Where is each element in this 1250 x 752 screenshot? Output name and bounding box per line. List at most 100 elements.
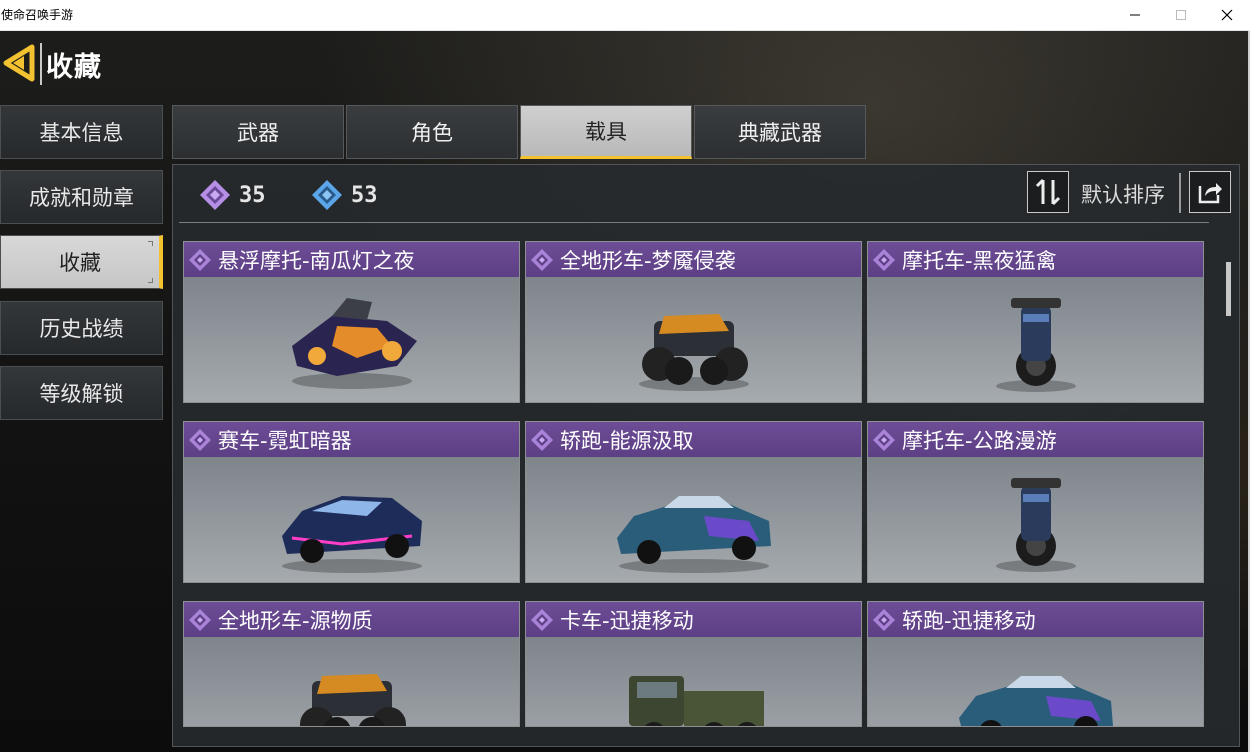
vehicle-image (526, 277, 861, 402)
card-title-bar: 摩托车-黑夜猛禽 (868, 242, 1203, 277)
motorcycle-icon (995, 297, 1076, 392)
card-title-bar: 全地形车-源物质 (184, 602, 519, 637)
atv-icon (299, 673, 406, 726)
vehicle-image (526, 457, 861, 582)
maximize-icon (1176, 10, 1186, 20)
rarity-diamond-icon (873, 248, 895, 271)
card-title-bar: 卡车-迅捷移动 (526, 602, 861, 637)
collection-panel: 35 53 默认排序 悬浮摩托-南瓜灯之夜 全地形车-梦魇侵袭 摩托车-黑夜猛禽… (172, 164, 1240, 747)
vehicle-card[interactable]: 轿跑-迅捷移动 (867, 601, 1204, 727)
purple-rarity-count: 35 (199, 179, 266, 211)
card-title: 摩托车-黑夜猛禽 (902, 248, 1057, 273)
sort-label[interactable]: 默认排序 (1081, 179, 1165, 209)
nav-item-basic-info[interactable]: 基本信息 (0, 105, 163, 159)
vehicle-card[interactable]: 卡车-迅捷移动 (525, 601, 862, 727)
vehicle-card[interactable]: 轿跑-能源汲取 (525, 421, 862, 583)
window-titlebar: 使命召唤手游 (0, 0, 1250, 31)
vehicle-image (526, 637, 861, 726)
minimize-button[interactable] (1112, 0, 1158, 31)
hover-bike-icon (291, 297, 417, 389)
card-title-bar: 悬浮摩托-南瓜灯之夜 (184, 242, 519, 277)
vehicle-card[interactable]: 全地形车-梦魇侵袭 (525, 241, 862, 403)
nav-item-level-unlock[interactable]: 等级解锁 (0, 366, 163, 420)
nav-item-label: 等级解锁 (39, 382, 124, 406)
vehicle-image (868, 277, 1203, 402)
nav-item-achievements[interactable]: 成就和勋章 (0, 170, 163, 224)
tab-characters[interactable]: 角色 (346, 105, 518, 159)
vehicle-card[interactable]: 赛车-霓虹暗器 (183, 421, 520, 583)
nav-item-history[interactable]: 历史战绩 (0, 301, 163, 355)
game-viewport: 收藏 基本信息 成就和勋章 收藏 历史战绩 等级解锁 武器 角色 载具 典藏武器 (0, 31, 1248, 752)
tab-vehicles[interactable]: 载具 (520, 105, 692, 159)
nav-item-label: 成就和勋章 (29, 186, 134, 210)
vehicle-image (184, 637, 519, 726)
tab-label: 典藏武器 (738, 121, 822, 145)
vehicle-card[interactable]: 摩托车-黑夜猛禽 (867, 241, 1204, 403)
rarity-diamond-icon (873, 608, 895, 631)
corner-decoration (148, 278, 153, 283)
stats-row: 35 53 默认排序 (173, 165, 1239, 222)
window-title: 使命召唤手游 (1, 7, 74, 22)
rarity-diamond-icon (189, 428, 211, 451)
card-title: 悬浮摩托-南瓜灯之夜 (218, 248, 415, 273)
tab-label: 角色 (411, 121, 453, 145)
nav-item-label: 收藏 (59, 251, 101, 275)
sports-car-icon (958, 675, 1113, 726)
card-title-bar: 轿跑-能源汲取 (526, 422, 861, 457)
vehicle-image (868, 457, 1203, 582)
minimize-icon (1130, 14, 1140, 16)
maximize-button[interactable] (1158, 0, 1204, 31)
rarity-diamond-icon (531, 248, 553, 271)
nav-item-collection[interactable]: 收藏 (0, 235, 163, 289)
back-button[interactable] (2, 43, 40, 83)
vehicle-card[interactable]: 摩托车-公路漫游 (867, 421, 1204, 583)
purple-diamond-icon (200, 180, 230, 210)
close-icon (1221, 9, 1233, 21)
purple-count-value: 35 (239, 182, 266, 208)
card-title-bar: 全地形车-梦魇侵袭 (526, 242, 861, 277)
share-icon (1198, 183, 1222, 204)
panel-divider (179, 222, 1209, 223)
tab-label: 载具 (585, 120, 627, 144)
race-car-icon (281, 495, 422, 573)
vehicle-card[interactable]: 悬浮摩托-南瓜灯之夜 (183, 241, 520, 403)
card-title: 摩托车-公路漫游 (902, 428, 1057, 453)
card-title: 轿跑-迅捷移动 (902, 608, 1036, 633)
blue-rarity-count: 53 (311, 179, 378, 211)
sort-icon (1035, 178, 1061, 206)
vehicle-card[interactable]: 全地形车-源物质 (183, 601, 520, 727)
nav-item-label: 基本信息 (39, 121, 124, 145)
tab-label: 武器 (237, 121, 279, 145)
tab-weapons[interactable]: 武器 (172, 105, 344, 159)
atv-icon (638, 313, 749, 391)
motorcycle-icon (995, 477, 1076, 572)
card-title-bar: 赛车-霓虹暗器 (184, 422, 519, 457)
back-arrow-icon (3, 44, 35, 82)
rarity-diamond-icon (189, 248, 211, 271)
card-title: 卡车-迅捷移动 (560, 608, 694, 633)
sort-button[interactable] (1027, 171, 1069, 213)
sports-car-icon (616, 495, 771, 573)
card-title: 赛车-霓虹暗器 (218, 428, 352, 453)
card-title-bar: 摩托车-公路漫游 (868, 422, 1203, 457)
card-title: 全地形车-源物质 (218, 608, 373, 633)
card-title-bar: 轿跑-迅捷移动 (868, 602, 1203, 637)
window-controls (1112, 0, 1250, 31)
share-button[interactable] (1189, 171, 1231, 213)
close-button[interactable] (1204, 0, 1250, 31)
tab-legendary-weapons[interactable]: 典藏武器 (694, 105, 866, 159)
vehicle-image (184, 457, 519, 582)
nav-item-label: 历史战绩 (39, 317, 124, 341)
rarity-diamond-icon (531, 608, 553, 631)
rarity-diamond-icon (873, 428, 895, 451)
vehicle-image (868, 637, 1203, 726)
vehicle-image (184, 277, 519, 402)
card-title: 轿跑-能源汲取 (560, 428, 694, 453)
scrollbar[interactable] (1226, 262, 1231, 316)
truck-icon (628, 675, 764, 726)
page-title: 收藏 (46, 51, 102, 83)
toolbar-divider (1179, 173, 1181, 213)
corner-decoration (148, 241, 153, 246)
rarity-diamond-icon (531, 428, 553, 451)
blue-count-value: 53 (351, 182, 378, 208)
